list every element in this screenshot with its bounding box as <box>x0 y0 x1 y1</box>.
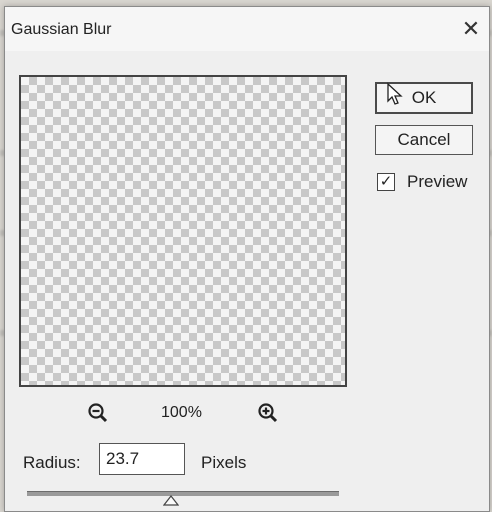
cancel-button[interactable]: Cancel <box>375 125 473 155</box>
dialog-title: Gaussian Blur <box>11 21 112 38</box>
radius-label: Radius: <box>23 453 81 472</box>
mouse-pointer-icon <box>387 82 403 105</box>
radius-slider-track[interactable] <box>27 491 339 496</box>
preview-canvas[interactable] <box>19 75 347 387</box>
zoom-controls: 100% <box>87 402 287 428</box>
title-bar: Gaussian Blur ✕ <box>5 7 489 51</box>
zoom-out-icon[interactable] <box>87 402 109 424</box>
slider-thumb-icon[interactable] <box>163 495 179 507</box>
preview-checkbox[interactable]: ✓ <box>377 173 395 191</box>
zoom-in-icon[interactable] <box>257 402 279 424</box>
radius-input[interactable] <box>99 443 185 475</box>
preview-checkbox-label: Preview <box>407 172 468 191</box>
close-icon[interactable]: ✕ <box>459 17 483 41</box>
gaussian-blur-dialog: Gaussian Blur ✕ OK Cancel ✓ Preview 100%… <box>4 6 490 512</box>
radius-units: Pixels <box>201 453 247 472</box>
zoom-level: 100% <box>161 404 202 421</box>
